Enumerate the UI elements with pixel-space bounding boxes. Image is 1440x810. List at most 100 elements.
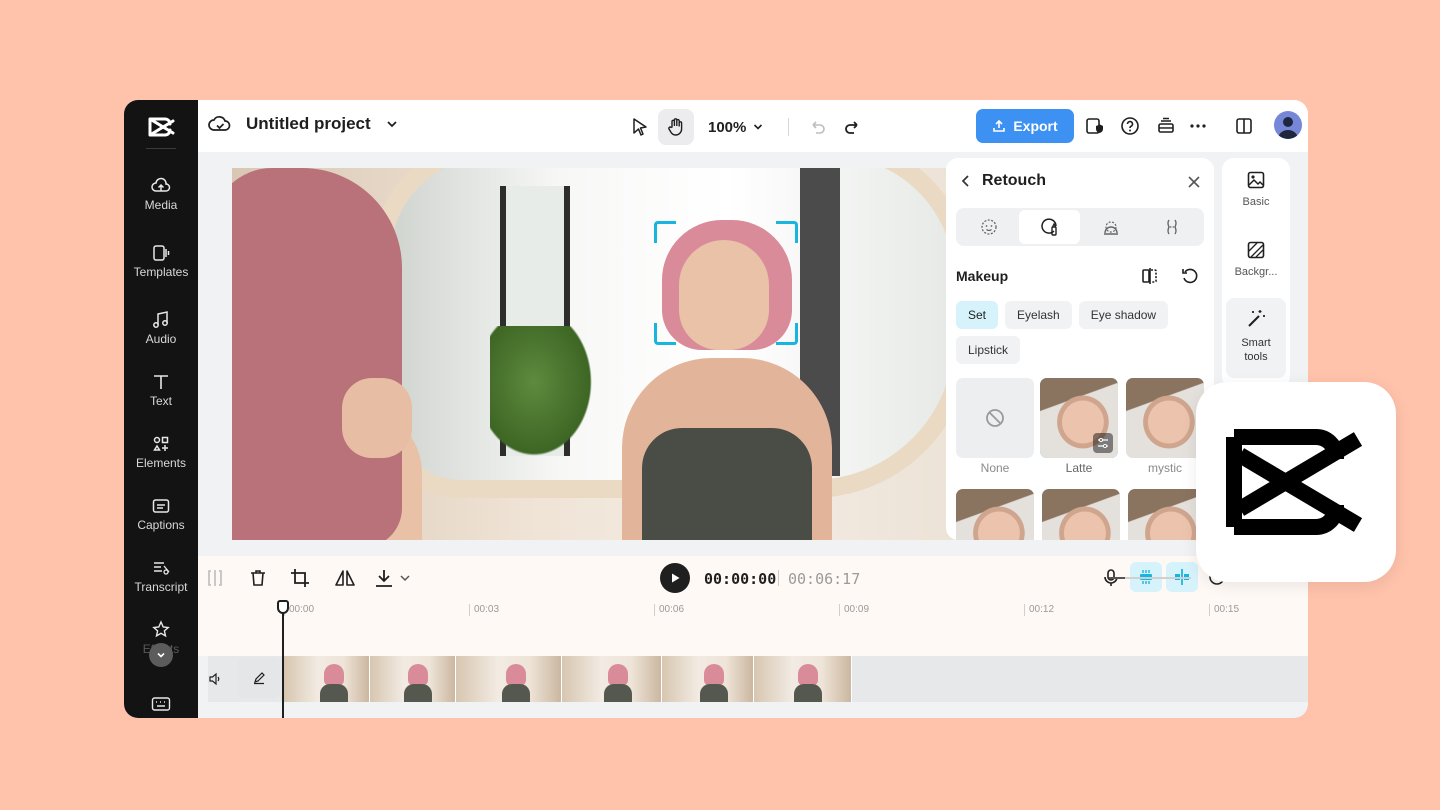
split-icon[interactable] — [206, 568, 224, 588]
play-icon — [672, 573, 680, 583]
chip-set[interactable]: Set — [956, 301, 999, 329]
video-clip[interactable] — [284, 656, 852, 702]
text-icon — [154, 375, 168, 389]
layers-icon[interactable] — [1156, 116, 1176, 136]
keyboard-icon[interactable] — [151, 696, 171, 712]
preset-latte[interactable] — [1040, 378, 1118, 458]
elements-icon — [153, 436, 169, 451]
sidebar-expand-button[interactable] — [149, 643, 173, 667]
crop-icon[interactable] — [290, 568, 310, 588]
canvas-tools: 100% — [622, 108, 871, 146]
sidebar-item-text[interactable]: Text — [124, 372, 198, 408]
track-edit-button[interactable] — [238, 658, 280, 698]
ruler-tick: 00:09 — [839, 604, 869, 616]
retouch-title: Retouch — [982, 172, 1046, 189]
frame-figure — [604, 684, 632, 702]
sliders-icon — [1098, 438, 1108, 448]
ruler-tick: 00:15 — [1209, 604, 1239, 616]
preset-item[interactable] — [1128, 489, 1206, 540]
preset-item[interactable] — [956, 489, 1034, 540]
property-label: Smart tools — [1241, 337, 1271, 363]
project-menu[interactable]: Untitled project — [208, 114, 399, 134]
delete-icon[interactable] — [248, 568, 268, 588]
ruler-tick: 00:06 — [654, 604, 684, 616]
hand-tool-button[interactable] — [658, 109, 694, 145]
clip-frame — [456, 656, 562, 702]
sidebar-item-media[interactable]: Media — [124, 176, 198, 212]
play-button[interactable] — [660, 563, 690, 593]
sidebar-item-label: Audio — [145, 332, 177, 346]
sidebar-item-audio[interactable]: Audio — [124, 310, 198, 346]
undo-icon — [812, 121, 826, 134]
sidebar-item-transcript[interactable]: Transcript — [124, 558, 198, 594]
music-note-icon — [153, 311, 168, 328]
playhead-handle[interactable] — [277, 600, 289, 614]
cursor-icon — [633, 118, 647, 136]
preset-mystic[interactable] — [1126, 378, 1204, 458]
body-icon — [1103, 221, 1118, 235]
preset-item[interactable] — [1042, 489, 1120, 540]
property-basic[interactable]: Basic — [1226, 170, 1286, 208]
property-panel: Basic Backgr... Smart tools — [1222, 158, 1290, 388]
frame-figure — [704, 664, 724, 686]
preset-none[interactable] — [956, 378, 1034, 458]
back-icon[interactable] — [958, 173, 974, 189]
makeup-icon — [1040, 218, 1057, 236]
clip-frame — [370, 656, 456, 702]
preset-face-image — [1126, 378, 1204, 458]
capcut-app-logo — [1196, 382, 1396, 582]
chip-eye-shadow[interactable]: Eye shadow — [1078, 301, 1169, 329]
tab-figure[interactable] — [1141, 210, 1202, 244]
help-icon[interactable] — [1120, 116, 1140, 136]
avatar[interactable] — [1274, 111, 1302, 139]
sidebar-item-captions[interactable]: Captions — [124, 496, 198, 532]
frame-figure — [408, 664, 428, 686]
frame-figure — [608, 664, 628, 686]
none-icon — [986, 409, 1004, 427]
pencil-icon — [254, 672, 265, 685]
export-button[interactable]: Export — [976, 109, 1074, 143]
video-preview[interactable] — [232, 168, 962, 540]
face-bracket-top-right — [776, 221, 798, 243]
property-smart-tools[interactable]: Smart tools — [1226, 298, 1286, 378]
tab-makeup[interactable] — [1019, 210, 1080, 244]
chip-eyelash[interactable]: Eyelash — [1005, 301, 1072, 329]
select-tool-button[interactable] — [622, 109, 658, 145]
shield-icon[interactable] — [1084, 116, 1104, 136]
property-background[interactable]: Backgr... — [1226, 240, 1286, 278]
speaker-icon[interactable] — [208, 672, 222, 686]
sidebar-item-templates[interactable]: Templates — [124, 243, 198, 279]
undo-button[interactable] — [799, 109, 835, 145]
panel-layout-icon[interactable] — [1234, 116, 1254, 136]
zoom-dropdown[interactable]: 100% — [708, 119, 764, 136]
image-icon — [1247, 171, 1265, 189]
playhead[interactable] — [282, 600, 284, 718]
compare-icon[interactable] — [1140, 266, 1160, 286]
download-icon[interactable] — [374, 568, 414, 588]
capcut-logo-icon[interactable] — [146, 112, 176, 142]
redo-icon — [845, 121, 859, 134]
tab-face[interactable] — [958, 210, 1019, 244]
captions-icon — [152, 499, 170, 513]
more-icon[interactable] — [1188, 116, 1208, 136]
reset-icon[interactable] — [1180, 266, 1200, 286]
timeline-ruler[interactable]: 00:00 00:03 00:06 00:09 00:12 00:15 — [198, 600, 1308, 656]
sidebar-item-label: Transcript — [134, 580, 188, 594]
timeline-zoom-slider[interactable] — [1109, 577, 1191, 579]
preset-adjust-button[interactable] — [1093, 433, 1113, 453]
retouch-header: Retouch — [958, 172, 1046, 190]
chip-lipstick[interactable]: Lipstick — [956, 336, 1021, 364]
makeup-section-title: Makeup — [956, 268, 1009, 284]
export-label: Export — [1013, 118, 1058, 134]
tab-body[interactable] — [1080, 210, 1141, 244]
face-icon — [980, 219, 997, 235]
frame-figure — [404, 684, 432, 702]
mirror-icon[interactable] — [334, 568, 356, 588]
sidebar-item-elements[interactable]: Elements — [124, 434, 198, 470]
foreground-hair — [232, 168, 402, 540]
project-title[interactable]: Untitled project — [246, 114, 371, 134]
close-icon[interactable] — [1186, 174, 1202, 190]
redo-button[interactable] — [835, 109, 871, 145]
upload-icon — [993, 119, 1006, 132]
sidebar-item-label: Elements — [135, 456, 187, 470]
